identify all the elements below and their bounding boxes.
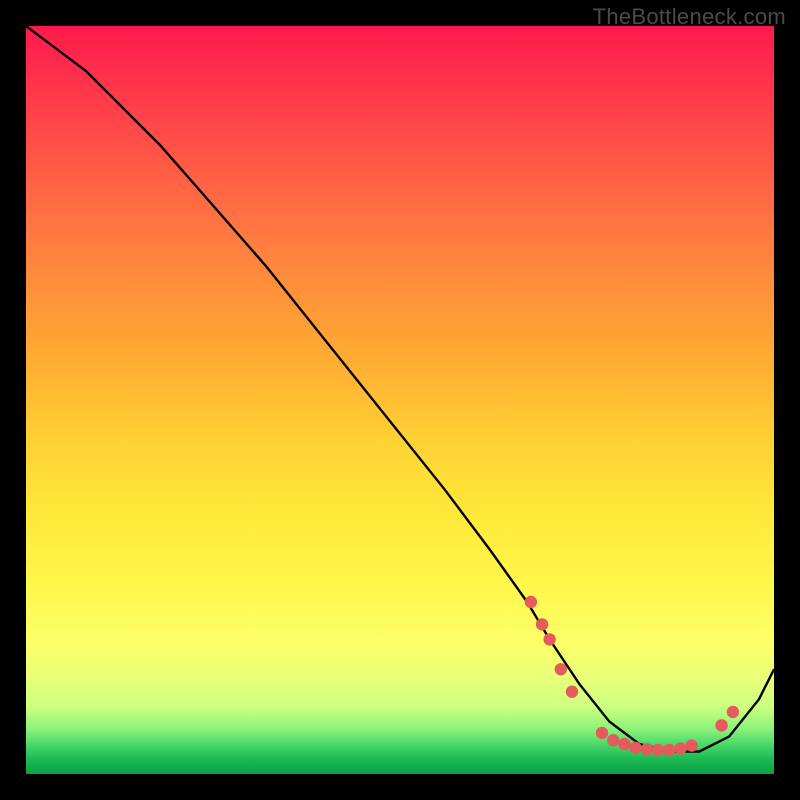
- data-point: [525, 596, 537, 608]
- data-point: [536, 618, 548, 630]
- watermark-text: TheBottleneck.com: [593, 4, 786, 30]
- data-point: [618, 738, 630, 750]
- data-point: [555, 663, 567, 675]
- data-point: [566, 686, 578, 698]
- data-point: [727, 706, 739, 718]
- data-point: [652, 744, 664, 756]
- data-point: [629, 742, 641, 754]
- data-point: [715, 719, 727, 731]
- data-point: [641, 743, 653, 755]
- data-point: [674, 742, 686, 754]
- data-point: [596, 727, 608, 739]
- data-point: [607, 734, 619, 746]
- data-point: [663, 744, 675, 756]
- curve-markers: [525, 596, 739, 757]
- data-point: [686, 739, 698, 751]
- data-point: [543, 633, 555, 645]
- bottleneck-curve: [26, 26, 774, 752]
- curve-layer: [26, 26, 774, 774]
- plot-area: [26, 26, 774, 774]
- chart-frame: TheBottleneck.com: [0, 0, 800, 800]
